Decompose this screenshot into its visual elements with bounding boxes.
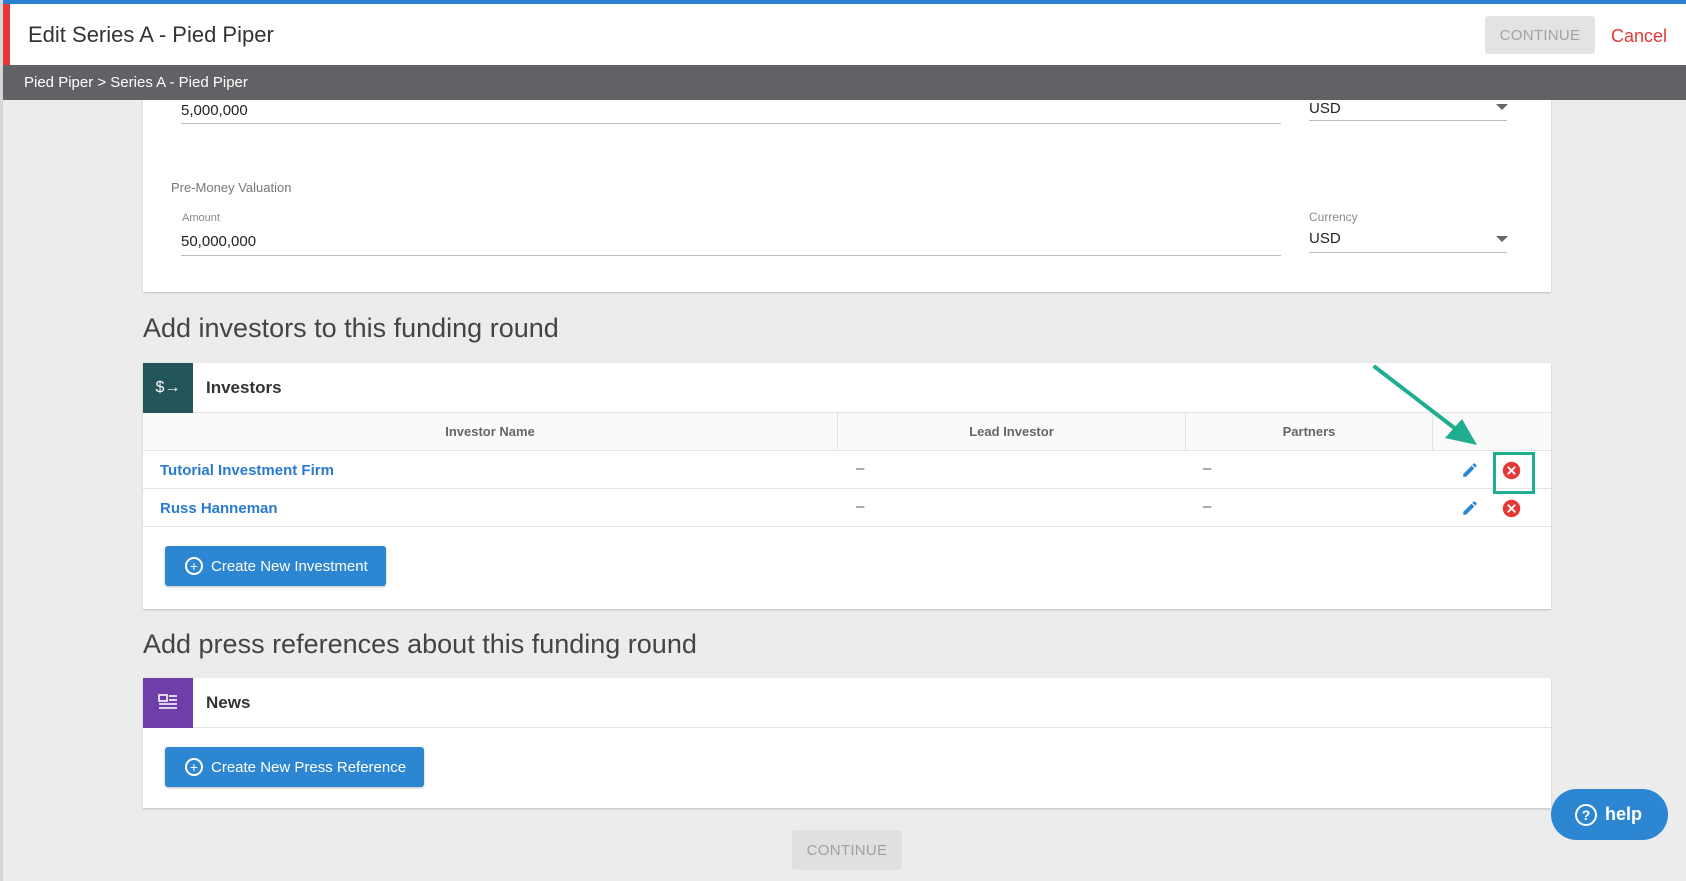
left-edge <box>0 0 3 881</box>
currency-label: Currency <box>1309 210 1358 224</box>
breadcrumb: Pied Piper > Series A - Pied Piper <box>0 65 1686 100</box>
money-raised-currency-underline <box>1309 120 1507 121</box>
create-new-investment-button[interactable]: + Create New Investment <box>165 546 386 586</box>
delete-circle-icon[interactable] <box>1502 499 1521 518</box>
pre-money-valuation-label: Pre-Money Valuation <box>171 180 292 195</box>
money-raised-amount-underline <box>181 123 1281 124</box>
cancel-link[interactable]: Cancel <box>1611 26 1667 47</box>
investors-section-heading: Add investors to this funding round <box>143 313 559 343</box>
table-row: Russ Hanneman – – <box>143 489 1551 527</box>
plus-circle-icon: + <box>185 758 203 776</box>
continue-button-bottom[interactable]: CONTINUE <box>792 830 902 870</box>
continue-button-top[interactable]: CONTINUE <box>1485 16 1595 54</box>
create-new-investment-label: Create New Investment <box>211 557 368 575</box>
money-raised-currency-select[interactable]: USD <box>1309 100 1341 117</box>
news-card-title: News <box>206 693 251 712</box>
news-section-heading: Add press references about this funding … <box>143 629 697 659</box>
pre-money-amount-input[interactable]: 50,000,000 <box>181 233 256 250</box>
partners-value: – <box>1203 460 1212 477</box>
money-raised-amount-input[interactable]: 5,000,000 <box>181 102 248 119</box>
chevron-down-icon[interactable] <box>1496 236 1508 242</box>
investors-card-header: $→ Investors <box>143 363 1551 413</box>
page-title: Edit Series A - Pied Piper <box>28 22 274 47</box>
lead-investor-value: – <box>856 460 865 477</box>
create-new-press-reference-button[interactable]: + Create New Press Reference <box>165 747 425 787</box>
news-card: News + Create New Press Reference <box>143 678 1551 808</box>
amount-label: Amount <box>182 212 220 224</box>
lead-investor-value: – <box>856 498 865 515</box>
question-circle-icon: ? <box>1575 803 1597 826</box>
page-header: Edit Series A - Pied Piper CONTINUE Canc… <box>0 4 1686 65</box>
news-card-header: News <box>143 678 1551 728</box>
table-row: Tutorial Investment Firm – – <box>143 451 1551 494</box>
annotation-arrow-icon <box>1373 365 1477 445</box>
column-header-lead-investor: Lead Investor <box>838 413 1186 451</box>
pre-money-currency-underline <box>1309 252 1507 253</box>
pencil-icon[interactable] <box>1461 499 1479 517</box>
funding-details-card: 5,000,000 USD Pre-Money Valuation Amount… <box>143 100 1551 292</box>
help-button[interactable]: ? help <box>1551 789 1668 840</box>
dollar-arrow-icon: $→ <box>143 363 193 413</box>
plus-circle-icon: + <box>185 557 203 575</box>
annotation-highlight-box <box>1493 452 1535 494</box>
investor-name-link[interactable]: Russ Hanneman <box>160 500 278 517</box>
investors-card: $→ Investors Investor Name Lead Investor… <box>143 363 1551 609</box>
pre-money-amount-underline <box>181 255 1281 256</box>
column-header-investor-name: Investor Name <box>143 413 838 451</box>
newspaper-icon <box>143 678 193 728</box>
pre-money-currency-select[interactable]: USD <box>1309 230 1341 247</box>
chevron-down-icon[interactable] <box>1496 104 1508 110</box>
partners-value: – <box>1203 498 1212 515</box>
investor-name-link[interactable]: Tutorial Investment Firm <box>160 462 334 479</box>
help-label: help <box>1605 804 1643 824</box>
create-new-press-reference-label: Create New Press Reference <box>211 758 407 776</box>
investors-card-title: Investors <box>206 378 282 397</box>
pencil-icon[interactable] <box>1461 461 1479 479</box>
